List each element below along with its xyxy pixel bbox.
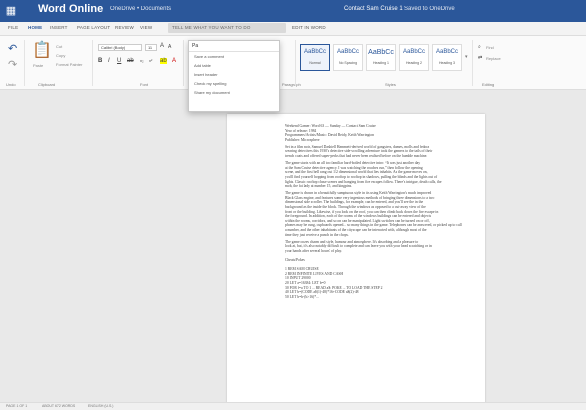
dropdown-option[interactable]: Share my document	[189, 88, 279, 97]
find-button[interactable]: Find	[486, 45, 494, 50]
tell-me-box[interactable]: TELL ME WHAT YOU WANT TO DO	[168, 23, 286, 33]
divider	[92, 40, 93, 86]
document-header-line: Publisher: Microsphere	[285, 137, 320, 142]
format-painter-button[interactable]: Format Painter	[56, 62, 82, 67]
style-name: Heading 3	[439, 61, 455, 65]
style-preview: AaBbCc	[368, 49, 394, 56]
underline-icon[interactable]: U	[117, 58, 121, 64]
group-editing: Editing	[482, 82, 495, 87]
title-bar: ▦ Word Online OneDrive • Documents Conta…	[0, 0, 586, 22]
tab-view[interactable]: VIEW	[140, 25, 152, 30]
group-font: Font	[140, 82, 149, 87]
paste-icon[interactable]: 📋	[32, 40, 52, 60]
group-undo: Undo	[6, 82, 16, 87]
style-name: No Spacing	[338, 61, 358, 65]
style-preview: AaBbCc	[336, 49, 359, 55]
tab-file[interactable]: FILE	[8, 25, 18, 30]
dropdown-option[interactable]: Add table	[189, 61, 279, 70]
divider	[295, 40, 296, 86]
page-count: PAGE 1 OF 1	[6, 404, 28, 408]
divider	[24, 40, 25, 86]
style-name: Normal	[309, 61, 321, 65]
dropdown-option[interactable]: Check my spelling	[189, 79, 279, 88]
subscript-icon[interactable]: x₂	[140, 58, 144, 63]
font-color-icon[interactable]: A	[172, 58, 176, 64]
copy-button[interactable]: Copy	[56, 53, 65, 58]
style-preview: AaBbCc	[303, 49, 326, 55]
group-clipboard: Clipboard	[38, 82, 56, 87]
dropdown-option[interactable]: Save a comment	[189, 52, 279, 61]
grid-icon[interactable]: ▦	[4, 4, 18, 18]
highlight-icon[interactable]: ab	[160, 58, 167, 64]
language-indicator[interactable]: ENGLISH (U.S.)	[88, 404, 113, 408]
divider	[183, 40, 184, 86]
paragraph-line: trench coats and offered super-perks tha…	[285, 154, 428, 159]
style-heading-2[interactable]: AaBbCc Heading 2	[399, 44, 429, 71]
style-name: Heading 2	[406, 61, 422, 65]
paste-button[interactable]: Paste	[33, 63, 43, 68]
superscript-icon[interactable]: x²	[149, 58, 152, 63]
style-heading-1[interactable]: AaBbCc Heading 1	[366, 44, 396, 71]
tab-edit-in-word[interactable]: EDIT IN WORD	[292, 25, 326, 30]
style-preview: AaBbCc	[435, 49, 458, 55]
dropdown-option[interactable]: Insert header	[189, 70, 279, 79]
replace-icon[interactable]: ⇄	[478, 55, 482, 61]
app-name[interactable]: Word Online	[38, 3, 103, 15]
tell-me-dropdown: Pa Save a comment Add table Insert heade…	[188, 40, 280, 112]
word-count: ABOUT 672 WORDS	[42, 404, 76, 408]
group-styles: Styles	[385, 82, 396, 87]
strikethrough-icon[interactable]: ab	[127, 58, 134, 64]
undo-icon[interactable]: ↶	[8, 42, 17, 55]
breadcrumb[interactable]: OneDrive • Documents	[110, 6, 171, 12]
cut-button[interactable]: Cut	[56, 44, 62, 49]
bold-icon[interactable]: B	[98, 58, 102, 64]
style-normal[interactable]: AaBbCc Normal	[300, 44, 330, 71]
italic-icon[interactable]: I	[108, 58, 110, 64]
grow-font-icon[interactable]: A	[160, 43, 164, 49]
code-line: 50 LET b=b-(b>16)*...	[285, 294, 319, 299]
tab-home[interactable]: HOME	[28, 25, 42, 30]
ribbon-tabs: FILE HOME INSERT PAGE LAYOUT REVIEW VIEW…	[0, 22, 586, 35]
document-canvas[interactable]: Weekend Gamer: Word 63 — Sunday — Contac…	[0, 90, 586, 402]
style-name: Heading 1	[373, 61, 389, 65]
redo-icon[interactable]: ↷	[8, 58, 17, 71]
search-icon[interactable]: ⌕	[478, 44, 481, 50]
group-paragraph: Paragraph	[282, 82, 301, 87]
ribbon: ↶ ↷ Undo 📋 Paste Cut Copy Format Painter…	[0, 35, 586, 90]
font-name-select[interactable]: Calibri (Body)	[98, 44, 142, 51]
style-preview: AaBbCc	[402, 49, 425, 55]
status-bar: PAGE 1 OF 1 ABOUT 672 WORDS ENGLISH (U.S…	[0, 402, 586, 410]
font-size-select[interactable]: 11	[145, 44, 157, 51]
save-status: Saved to OneDrive	[404, 6, 455, 12]
tell-me-input[interactable]: Pa	[189, 41, 279, 52]
style-no-spacing[interactable]: AaBbCc No Spacing	[333, 44, 363, 71]
tab-review[interactable]: REVIEW	[115, 25, 134, 30]
paragraph-line: time they just receive a punch in the ch…	[285, 232, 349, 237]
tab-insert[interactable]: INSERT	[50, 25, 68, 30]
style-heading-3[interactable]: AaBbCc Heading 3	[432, 44, 462, 71]
styles-more-icon[interactable]: ▾	[465, 54, 468, 60]
shrink-font-icon[interactable]: A	[168, 44, 171, 50]
replace-button[interactable]: Replace	[486, 56, 501, 61]
tab-page-layout[interactable]: PAGE LAYOUT	[77, 25, 110, 30]
divider	[472, 40, 473, 86]
paragraph-line: mob, the fat lady at number 15, and king…	[285, 184, 353, 189]
document-title[interactable]: Contact Sam Cruise 1	[344, 6, 403, 12]
document-page[interactable]: Weekend Gamer: Word 63 — Sunday — Contac…	[227, 114, 485, 402]
